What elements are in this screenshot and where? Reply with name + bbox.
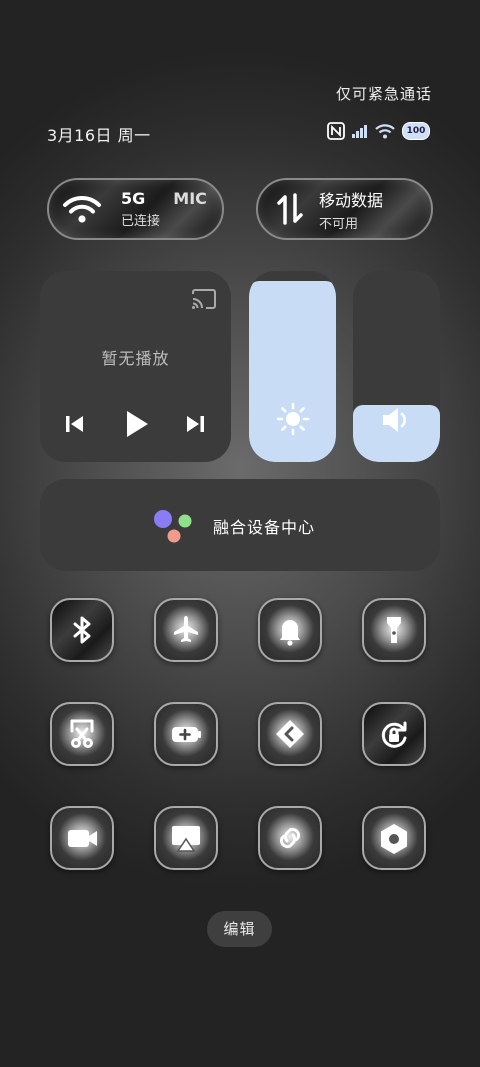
- bluetooth-toggle[interactable]: [50, 598, 114, 662]
- cast-icon[interactable]: [191, 288, 217, 310]
- settings-hex-icon: [381, 824, 407, 854]
- link-share-toggle[interactable]: [258, 702, 322, 766]
- wifi-ssid-fragment: MIC: [173, 189, 207, 208]
- bell-toggle[interactable]: [258, 598, 322, 662]
- battery-saver-toggle[interactable]: [154, 702, 218, 766]
- video-toggle[interactable]: [50, 806, 114, 870]
- screen-cast-toggle[interactable]: [154, 806, 218, 870]
- mobile-data-toggle[interactable]: 移动数据 不可用: [256, 178, 433, 240]
- speaker-icon: [383, 408, 406, 432]
- flashlight-toggle[interactable]: [362, 598, 426, 662]
- screenshot-toggle[interactable]: [50, 702, 114, 766]
- video-icon: [68, 830, 97, 847]
- media-card[interactable]: 暂无播放: [40, 271, 231, 462]
- rotation-lock-toggle[interactable]: [362, 702, 426, 766]
- settings-hex-toggle[interactable]: [362, 806, 426, 870]
- chain-link-icon: [279, 827, 301, 849]
- device-center-icon: [154, 510, 192, 543]
- brightness-slider[interactable]: [249, 271, 336, 462]
- emergency-calls-text: 仅可紧急通话: [335, 85, 432, 103]
- bell-icon: [280, 620, 300, 646]
- wifi-icon: [375, 124, 395, 139]
- sun-icon: [276, 402, 310, 436]
- date-text: 3月16日 周一: [47, 126, 151, 145]
- battery-saver-icon: [172, 727, 201, 742]
- nfc-icon: [327, 122, 345, 140]
- mobile-data-title: 移动数据: [319, 190, 384, 210]
- play-icon[interactable]: [124, 409, 150, 439]
- wifi-toggle[interactable]: 5G MIC 已连接: [47, 178, 224, 240]
- flashlight-icon: [387, 617, 401, 643]
- wifi-icon: [63, 195, 101, 223]
- next-icon[interactable]: [185, 414, 205, 434]
- previous-icon[interactable]: [65, 414, 85, 434]
- wifi-status: 已连接: [121, 214, 161, 229]
- bluetooth-icon: [73, 616, 91, 644]
- edit-button[interactable]: 编辑: [207, 911, 272, 947]
- screen-cast-icon: [172, 826, 200, 852]
- device-center-card[interactable]: 融合设备中心: [40, 479, 440, 571]
- chain-link-toggle[interactable]: [258, 806, 322, 870]
- media-status: 暂无播放: [101, 349, 170, 368]
- battery-icon: 100: [402, 122, 430, 140]
- device-center-label: 融合设备中心: [213, 518, 316, 537]
- link-share-icon: [276, 720, 304, 748]
- mobile-data-icon: [277, 193, 303, 225]
- status-icons: 100: [327, 122, 430, 140]
- airplane-toggle[interactable]: [154, 598, 218, 662]
- mobile-data-status: 不可用: [319, 216, 359, 232]
- airplane-icon: [174, 616, 198, 642]
- signal-icon: [352, 125, 367, 138]
- wifi-network-name: 5G: [121, 189, 146, 208]
- rotation-lock-icon: [381, 721, 407, 748]
- screenshot-icon: [70, 719, 94, 748]
- volume-slider[interactable]: [353, 271, 440, 462]
